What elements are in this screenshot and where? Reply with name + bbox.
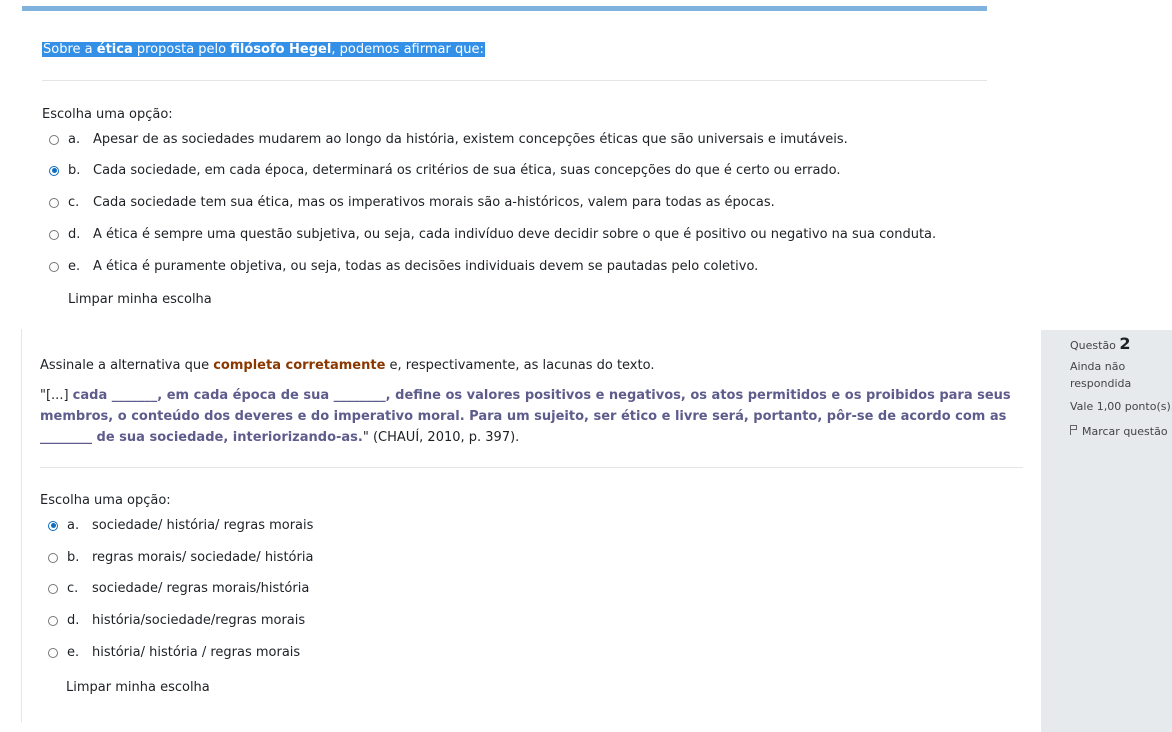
- option-a[interactable]: a. Apesar de as sociedades mudarem ao lo…: [49, 132, 848, 147]
- flag-icon: [1070, 425, 1078, 435]
- question-status: Ainda não respondida: [1070, 360, 1132, 390]
- radio-button[interactable]: [49, 261, 59, 272]
- option-text: Apesar de as sociedades mudarem ao longo…: [93, 132, 848, 147]
- question-2-border: [21, 329, 22, 722]
- question-2-intro: Assinale a alternativa que completa corr…: [40, 358, 655, 373]
- question-1-card: Sobre a ética proposta pelo filósofo Heg…: [22, 11, 987, 329]
- choose-prompt: Escolha uma opção:: [40, 493, 171, 508]
- option-text: regras morais/ sociedade/ história: [92, 550, 314, 565]
- option-text: A ética é sempre uma questão subjetiva, …: [93, 227, 937, 242]
- option-text: história/ história / regras morais: [92, 645, 301, 660]
- clear-choice-link[interactable]: Limpar minha escolha: [66, 680, 210, 695]
- divider: [42, 80, 987, 81]
- option-c[interactable]: c. Cada sociedade tem sua ética, mas os …: [49, 195, 775, 210]
- option-b[interactable]: b. regras morais/ sociedade/ história: [48, 550, 313, 565]
- choose-prompt: Escolha uma opção:: [42, 107, 173, 122]
- divider: [40, 467, 1023, 468]
- option-c[interactable]: c. sociedade/ regras morais/história: [48, 581, 309, 596]
- option-d[interactable]: d. história/sociedade/regras morais: [48, 613, 305, 628]
- option-text: A ética é puramente objetiva, ou seja, t…: [93, 259, 759, 274]
- option-e[interactable]: e. história/ história / regras morais: [48, 645, 300, 660]
- radio-button[interactable]: [49, 165, 59, 176]
- question-1-text: Sobre a ética proposta pelo filósofo Heg…: [42, 41, 485, 59]
- option-d[interactable]: d. A ética é sempre uma questão subjetiv…: [49, 227, 936, 242]
- radio-button[interactable]: [48, 583, 58, 594]
- option-b[interactable]: b. Cada sociedade, em cada época, determ…: [49, 163, 841, 178]
- radio-button[interactable]: [49, 197, 59, 208]
- option-e[interactable]: e. A ética é puramente objetiva, ou seja…: [49, 259, 758, 274]
- radio-button[interactable]: [49, 134, 59, 145]
- question-info-panel: Questão 2 Ainda não respondida Vale 1,00…: [1041, 330, 1172, 732]
- option-text: Cada sociedade, em cada época, determina…: [93, 163, 841, 178]
- question-number: Questão 2: [1070, 334, 1131, 353]
- radio-button[interactable]: [48, 647, 58, 658]
- radio-button[interactable]: [48, 615, 58, 626]
- selected-text: Sobre a ética proposta pelo filósofo Heg…: [42, 42, 485, 57]
- radio-button[interactable]: [49, 229, 59, 240]
- question-2-quote: "[...] cada _______, em cada época de su…: [40, 388, 1011, 445]
- option-text: sociedade/ história/ regras morais: [92, 518, 314, 533]
- radio-button[interactable]: [48, 520, 58, 531]
- option-text: história/sociedade/regras morais: [92, 613, 306, 628]
- radio-button[interactable]: [48, 552, 58, 563]
- option-text: sociedade/ regras morais/história: [92, 581, 310, 596]
- option-a[interactable]: a. sociedade/ história/ regras morais: [48, 518, 313, 533]
- option-text: Cada sociedade tem sua ética, mas os imp…: [93, 195, 775, 210]
- flag-question-link[interactable]: Marcar questão: [1070, 425, 1168, 438]
- question-points: Vale 1,00 ponto(s).: [1070, 400, 1172, 413]
- clear-choice-link[interactable]: Limpar minha escolha: [68, 292, 212, 307]
